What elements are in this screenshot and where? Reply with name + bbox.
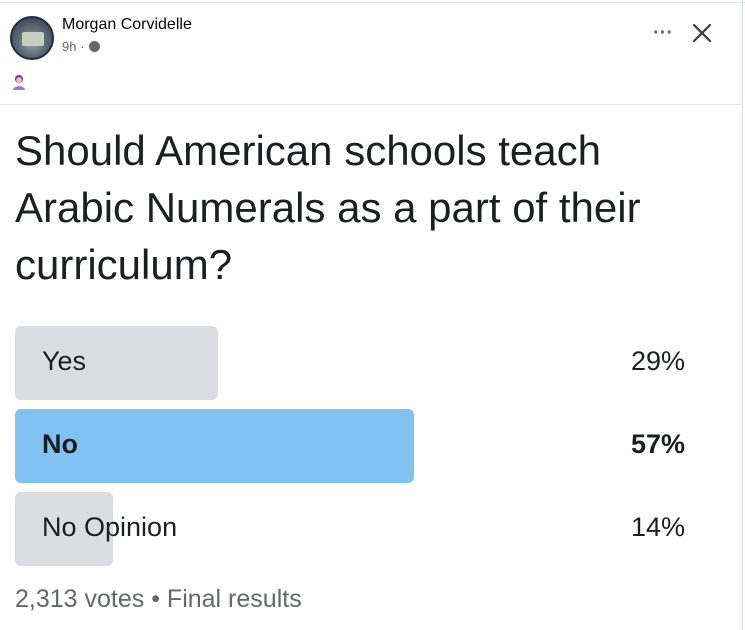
globe-icon [89,41,101,52]
poll-option-percent: 14% [630,512,685,542]
poll-question: Should American schools teach Arabic Num… [15,127,641,288]
author-name[interactable]: Morgan Corvidelle [62,16,192,34]
meta-separator: · [76,39,89,54]
poll-option-percent: 57% [630,429,685,459]
post-meta: 9h · [62,39,101,54]
poll-option-label: No Opinion [42,512,178,542]
footer-separator: • [144,585,167,613]
poll-option-label: No [42,429,78,459]
right-border [742,0,743,630]
more-options-button[interactable]: ··· [653,23,673,43]
vote-count[interactable]: 2,313 votes [15,585,144,613]
poll-status: Final results [166,585,302,613]
poll-option-yes[interactable]: Yes 29% [15,326,715,400]
avatar-image [22,32,44,46]
post-time[interactable]: 9h [62,39,76,54]
close-icon[interactable] [691,22,713,44]
poll-option-label: Yes [42,346,87,376]
top-divider [0,2,745,3]
poll-option-no[interactable]: No 57% [15,409,715,483]
poll-option-no-opinion[interactable]: No Opinion 14% [15,492,715,566]
post-header: Morgan Corvidelle 9h · ··· [10,14,735,94]
avatar[interactable] [10,16,54,60]
person-emoji-icon [13,75,25,90]
header-divider [0,104,742,105]
poll-footer: 2,313 votes • Final results [15,585,302,614]
poll-option-percent: 29% [630,346,685,376]
